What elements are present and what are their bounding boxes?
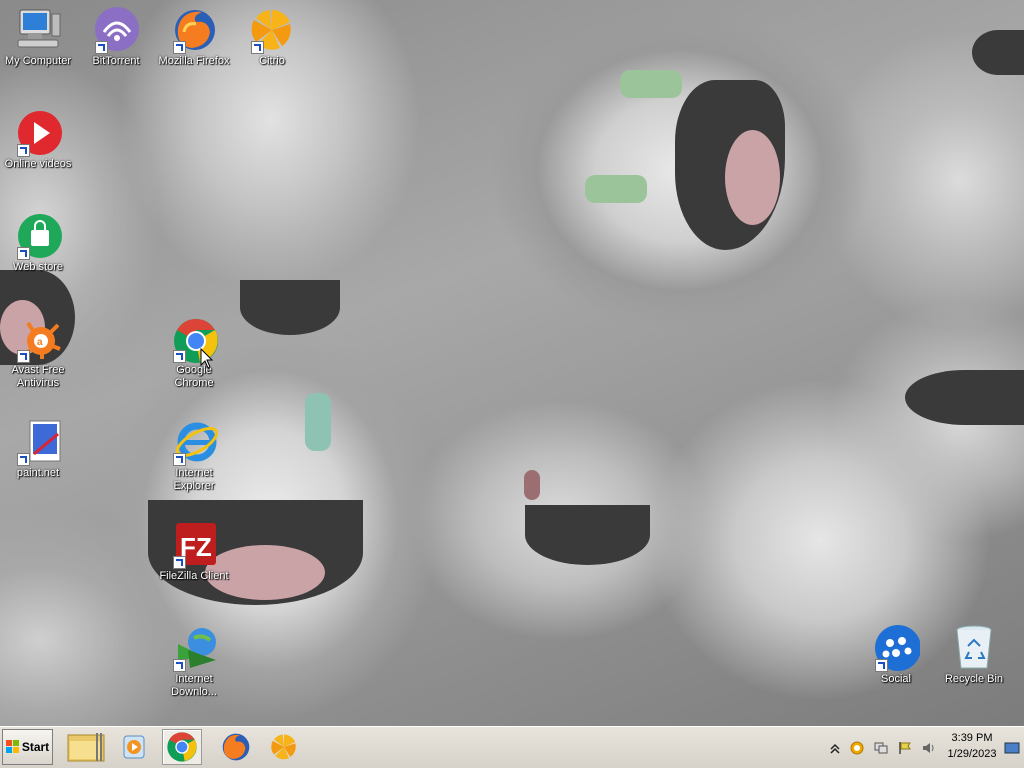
desktop-icon-label: Citrio [259,55,285,67]
wallpaper-mouth [972,30,1024,75]
chrome-icon [167,732,197,762]
taskbar-firefox[interactable] [216,729,256,765]
taskbar: Start [0,726,1024,768]
desktop-icon-label: Web store [13,261,63,273]
shortcut-arrow-icon [173,350,186,363]
shortcut-arrow-icon [17,144,30,157]
shortcut-arrow-icon [173,453,186,466]
clock-date[interactable]: 1/29/2023 [946,748,998,760]
desktop-icon-label: Social [881,673,911,685]
desktop-icon-internet-explorer[interactable]: Internet Explorer [156,418,232,493]
desktop-icon-filezilla[interactable]: FZ FileZilla Client [156,521,232,583]
desktop-icon-paintnet[interactable]: paint.net [0,418,76,480]
desktop-icon-label: Internet Downlo... [171,673,217,698]
desktop-icon-my-computer[interactable]: My Computer [0,6,76,68]
shortcut-arrow-icon [17,247,30,260]
desktop-icon-recycle-bin[interactable]: Recycle Bin [936,624,1012,686]
show-desktop-icon[interactable] [1004,741,1020,755]
citrio-icon [248,6,296,54]
desktop-icon-firefox[interactable]: Mozilla Firefox [156,6,232,68]
taskbar-windows-explorer[interactable] [62,729,110,765]
shortcut-arrow-icon [95,41,108,54]
update-notification-icon[interactable] [850,741,864,755]
desktop-icon-bittorrent[interactable]: BitTorrent [78,6,154,68]
desktop-icon-web-store[interactable]: Web store [0,212,76,274]
taskbar-citrio[interactable] [264,729,304,765]
start-label: Start [21,740,50,754]
desktop-icon-citrio[interactable]: Citrio [234,6,310,68]
taskbar-media-player[interactable] [114,729,154,765]
windows-logo-icon [5,740,19,753]
network-icon[interactable] [874,741,888,755]
desktop-icon-social[interactable]: Social [858,624,934,686]
shortcut-arrow-icon [173,41,186,54]
filezilla-icon: FZ [170,521,218,569]
citrio-icon [271,734,296,760]
shopping-bag-icon [14,212,62,260]
shortcut-arrow-icon [17,350,30,363]
desktop-icon-label: FileZilla Client [159,570,229,582]
windows-explorer-icon [67,733,105,762]
desktop-icon-label: paint.net [16,467,60,479]
paintnet-icon [14,418,62,466]
media-player-icon [123,735,145,759]
firefox-icon [222,733,250,761]
shortcut-arrow-icon [17,453,30,466]
desktop-icon-label: Mozilla Firefox [158,55,230,67]
bittorrent-icon [92,6,140,54]
desktop-icon-label: BitTorrent [92,55,140,67]
desktop-icon-avast[interactable]: a Avast Free Antivirus [0,315,76,390]
wallpaper-eye [524,470,540,500]
show-hidden-icons-chevron-icon[interactable] [828,741,842,755]
shortcut-arrow-icon [251,41,264,54]
desktop-icon-online-videos[interactable]: Online videos [0,109,76,171]
firefox-icon [170,6,218,54]
desktop-icon-label: My Computer [4,55,72,67]
download-manager-icon [170,624,218,672]
recycle-bin-icon [950,624,998,672]
internet-explorer-icon [170,418,219,466]
shortcut-arrow-icon [173,556,186,569]
taskbar-chrome[interactable] [162,729,202,765]
action-center-flag-icon[interactable] [898,741,912,755]
wallpaper-tongue [725,130,780,225]
wallpaper-eye [585,175,647,203]
desktop-icon-google-chrome[interactable]: Google Chrome [156,315,232,390]
wallpaper-mouth [525,505,650,565]
desktop-wallpaper [0,0,1024,726]
play-video-icon [14,109,62,157]
desktop-icon-label: Avast Free Antivirus [11,364,65,389]
svg-text:a: a [37,337,43,348]
avast-icon: a [14,315,62,363]
computer-icon [14,6,62,54]
wallpaper-mouth [240,280,340,335]
wallpaper-mouth [905,370,1024,425]
social-people-icon [872,624,921,672]
desktop-icon-label: Internet Explorer [173,467,215,492]
wallpaper-eye [620,70,682,98]
clock-time[interactable]: 3:39 PM [946,732,998,744]
shortcut-arrow-icon [875,659,888,672]
desktop-icon-label: Online videos [4,158,72,170]
start-button[interactable]: Start [2,729,53,765]
desktop-icon-label: Google Chrome [174,364,214,389]
wallpaper-eye [305,393,331,451]
desktop-icon-label: Recycle Bin [944,673,1004,685]
mouse-cursor-icon [200,347,214,370]
shortcut-arrow-icon [173,659,186,672]
desktop-icon-internet-download-manager[interactable]: Internet Downlo... [156,624,232,699]
volume-speaker-icon[interactable] [922,741,936,755]
